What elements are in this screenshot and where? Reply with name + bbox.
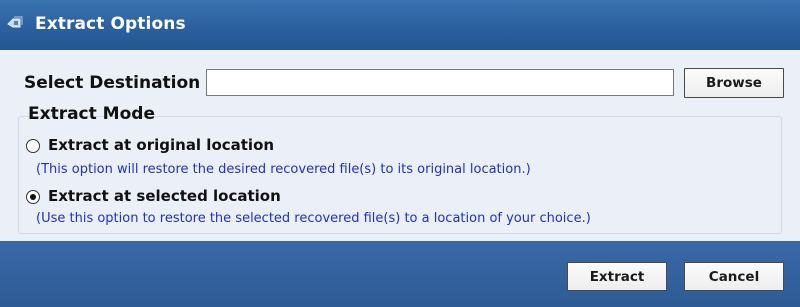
extract-original-description: (This option will restore the desired re… bbox=[36, 162, 531, 177]
extract-selected-description: (Use this option to restore the selected… bbox=[36, 211, 591, 226]
cancel-button[interactable]: Cancel bbox=[684, 262, 784, 291]
extract-button[interactable]: Extract bbox=[567, 262, 667, 291]
extract-selected-label[interactable]: Extract at selected location bbox=[48, 187, 281, 205]
extract-original-radio[interactable] bbox=[26, 139, 40, 153]
radio-selected-dot bbox=[29, 193, 36, 200]
destination-path-input[interactable] bbox=[206, 69, 674, 96]
extract-selected-radio[interactable] bbox=[26, 190, 40, 204]
browse-button[interactable]: Browse bbox=[684, 68, 784, 98]
title-bar: Extract Options bbox=[0, 0, 800, 50]
dialog-footer bbox=[0, 241, 800, 307]
window-title: Extract Options bbox=[35, 14, 186, 34]
extract-original-label[interactable]: Extract at original location bbox=[48, 136, 274, 154]
destination-label: Select Destination : bbox=[24, 73, 213, 93]
extract-app-icon bbox=[5, 13, 25, 33]
extract-mode-legend: Extract Mode bbox=[28, 104, 155, 124]
